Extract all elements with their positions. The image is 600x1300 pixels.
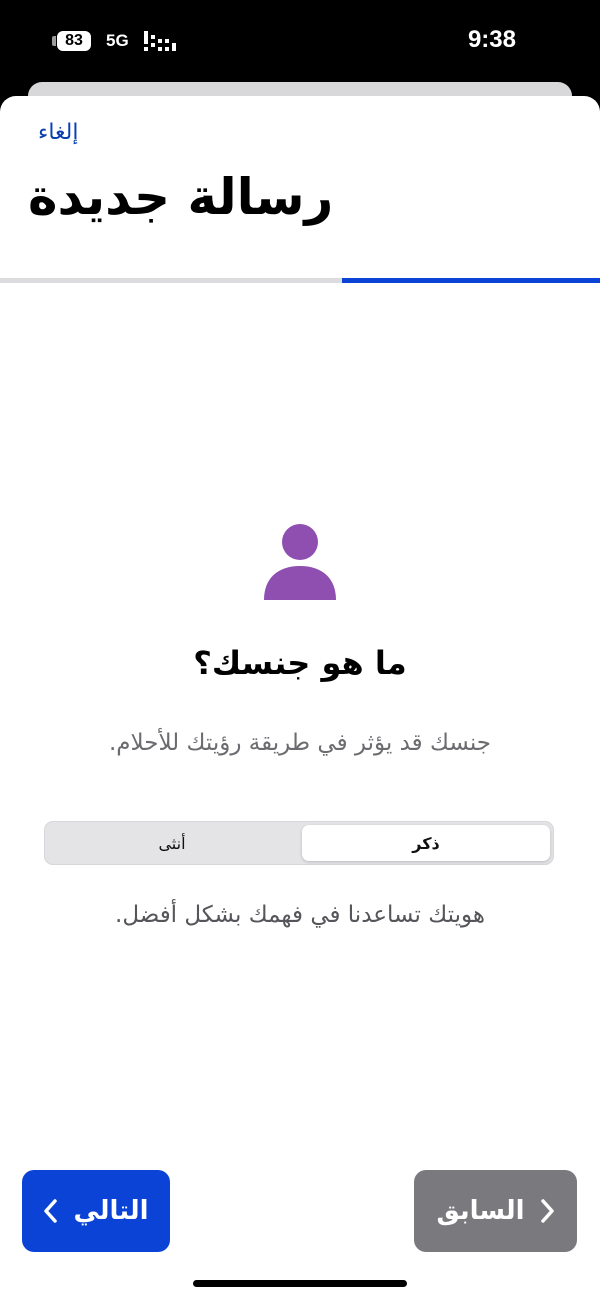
gender-option-female[interactable]: أنثى (48, 825, 296, 861)
battery-level: 83 (57, 31, 91, 51)
previous-button-label: السابق (436, 1196, 525, 1226)
question-heading: ما هو جنسك؟ (193, 644, 407, 682)
person-icon (264, 524, 336, 600)
home-indicator (193, 1280, 407, 1287)
chevron-left-icon (44, 1199, 58, 1223)
signal-icon (144, 31, 176, 51)
previous-button[interactable]: السابق (414, 1170, 577, 1252)
cancel-button[interactable]: إلغاء (38, 120, 78, 145)
gender-option-male[interactable]: ذكر (302, 825, 550, 861)
next-button[interactable]: التالي (22, 1170, 170, 1252)
new-message-sheet: إلغاء رسالة جديدة ما هو جنسك؟ جنسك قد يؤ… (0, 96, 600, 1300)
gender-segmented-control: ذكر أنثى (44, 821, 554, 865)
next-button-label: التالي (73, 1196, 149, 1226)
network-type: 5G (106, 31, 129, 50)
progress-bar-fill (342, 278, 600, 283)
chevron-right-icon (540, 1199, 554, 1223)
helper-text: هويتك تساعدنا في فهمك بشكل أفضل. (115, 902, 485, 928)
question-description: جنسك قد يؤثر في طريقة رؤيتك للأحلام. (108, 730, 492, 756)
status-bar: 83 5G 9:38 (0, 0, 600, 80)
battery-icon: 83 (52, 30, 91, 52)
page-title: رسالة جديدة (28, 168, 334, 226)
progress-bar (0, 278, 600, 283)
clock: 9:38 (467, 26, 516, 53)
